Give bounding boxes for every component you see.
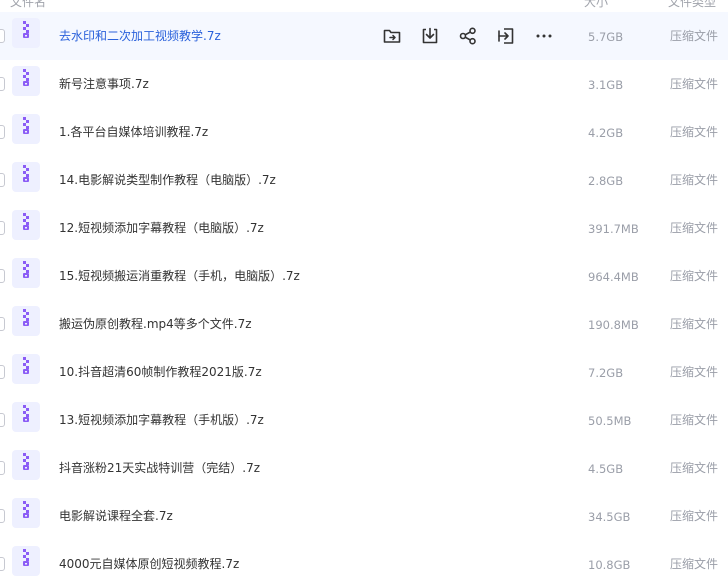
file-name[interactable]: 14.电影解说类型制作教程（电脑版）.7z (59, 172, 276, 188)
row-checkbox[interactable] (0, 509, 5, 523)
row-checkbox[interactable] (0, 317, 5, 331)
file-row[interactable]: 15.短视频搬运消重教程（手机，电脑版）.7z 964.4MB 压缩文件 (0, 252, 728, 300)
file-row[interactable]: 13.短视频添加字幕教程（手机版）.7z 50.5MB 压缩文件 (0, 396, 728, 444)
file-row[interactable]: 14.电影解说类型制作教程（电脑版）.7z 2.8GB 压缩文件 (0, 156, 728, 204)
file-name[interactable]: 抖音涨粉21天实战特训营（完结）.7z (59, 460, 260, 476)
zip-file-icon (12, 162, 40, 192)
file-name[interactable]: 去水印和二次加工视频教学.7z (59, 28, 221, 44)
download-icon[interactable] (420, 26, 440, 46)
zip-file-icon (12, 450, 40, 480)
file-row[interactable]: 去水印和二次加工视频教学.7z 5.7GB 压缩文件 (0, 12, 728, 60)
more-icon[interactable] (534, 26, 554, 46)
file-row[interactable]: 搬运伪原创教程.mp4等多个文件.7z 190.8MB 压缩文件 (0, 300, 728, 348)
zip-file-icon (12, 258, 40, 288)
file-name[interactable]: 15.短视频搬运消重教程（手机，电脑版）.7z (59, 268, 300, 284)
row-checkbox[interactable] (0, 125, 5, 139)
file-name[interactable]: 搬运伪原创教程.mp4等多个文件.7z (59, 316, 252, 332)
zip-file-icon (12, 402, 40, 432)
row-checkbox[interactable] (0, 557, 5, 571)
file-name[interactable]: 新号注意事项.7z (59, 76, 149, 92)
file-size: 3.1GB (588, 78, 624, 92)
file-size: 190.8MB (588, 318, 639, 332)
row-checkbox[interactable] (0, 221, 5, 235)
file-size: 34.5GB (588, 510, 631, 524)
file-row[interactable]: 抖音涨粉21天实战特训营（完结）.7z 4.5GB 压缩文件 (0, 444, 728, 492)
column-header-name[interactable]: 文件名 (10, 0, 46, 10)
row-checkbox[interactable] (0, 77, 5, 91)
zip-file-icon (12, 354, 40, 384)
file-row[interactable]: 新号注意事项.7z 3.1GB 压缩文件 (0, 60, 728, 108)
row-checkbox[interactable] (0, 269, 5, 283)
file-row[interactable]: 4000元自媒体原创短视频教程.7z 10.8GB 压缩文件 (0, 540, 728, 587)
file-size: 2.8GB (588, 174, 624, 188)
file-size: 50.5MB (588, 414, 632, 428)
export-icon[interactable] (496, 26, 516, 46)
file-size: 5.7GB (588, 30, 624, 44)
zip-file-icon (12, 498, 40, 528)
row-checkbox[interactable] (0, 173, 5, 187)
row-checkbox[interactable] (0, 365, 5, 379)
file-name[interactable]: 4000元自媒体原创短视频教程.7z (59, 556, 239, 572)
row-checkbox[interactable] (0, 413, 5, 427)
file-list: 去水印和二次加工视频教学.7z 5.7GB 压缩文件 新号注意事项.7z 3.1… (0, 12, 728, 587)
file-type: 压缩文件 (670, 509, 719, 523)
move-to-folder-icon[interactable] (382, 26, 402, 46)
file-row[interactable]: 电影解说课程全套.7z 34.5GB 压缩文件 (0, 492, 728, 540)
zip-file-icon (12, 210, 40, 240)
column-header-type[interactable]: 文件类型 (668, 0, 716, 10)
file-type: 压缩文件 (670, 461, 719, 475)
file-row[interactable]: 12.短视频添加字幕教程（电脑版）.7z 391.7MB 压缩文件 (0, 204, 728, 252)
row-checkbox[interactable] (0, 29, 5, 43)
file-size: 7.2GB (588, 366, 624, 380)
file-name[interactable]: 1.各平台自媒体培训教程.7z (59, 124, 208, 140)
file-type: 压缩文件 (670, 557, 719, 571)
file-row[interactable]: 10.抖音超清60帧制作教程2021版.7z 7.2GB 压缩文件 (0, 348, 728, 396)
file-type: 压缩文件 (670, 125, 719, 139)
file-type: 压缩文件 (670, 317, 719, 331)
file-row[interactable]: 1.各平台自媒体培训教程.7z 4.2GB 压缩文件 (0, 108, 728, 156)
file-name[interactable]: 13.短视频添加字幕教程（手机版）.7z (59, 412, 264, 428)
share-icon[interactable] (458, 26, 478, 46)
file-type: 压缩文件 (670, 365, 719, 379)
zip-file-icon (12, 114, 40, 144)
file-type: 压缩文件 (670, 77, 719, 91)
file-name[interactable]: 10.抖音超清60帧制作教程2021版.7z (59, 364, 262, 380)
file-size: 391.7MB (588, 222, 639, 236)
file-type: 压缩文件 (670, 413, 719, 427)
file-type: 压缩文件 (670, 29, 719, 43)
file-size: 10.8GB (588, 558, 631, 572)
zip-file-icon (12, 306, 40, 336)
file-type: 压缩文件 (670, 221, 719, 235)
file-size: 964.4MB (588, 270, 639, 284)
zip-file-icon (12, 546, 40, 576)
file-size: 4.2GB (588, 126, 624, 140)
zip-file-icon (12, 66, 40, 96)
file-list-header: 文件名 大小 文件类型 (0, 0, 728, 12)
row-checkbox[interactable] (0, 461, 5, 475)
file-name[interactable]: 电影解说课程全套.7z (59, 508, 173, 524)
file-type: 压缩文件 (670, 173, 719, 187)
zip-file-icon (12, 18, 40, 48)
file-size: 4.5GB (588, 462, 624, 476)
file-name[interactable]: 12.短视频添加字幕教程（电脑版）.7z (59, 220, 264, 236)
row-actions (382, 26, 554, 46)
file-type: 压缩文件 (670, 269, 719, 283)
column-header-size[interactable]: 大小 (584, 0, 608, 10)
